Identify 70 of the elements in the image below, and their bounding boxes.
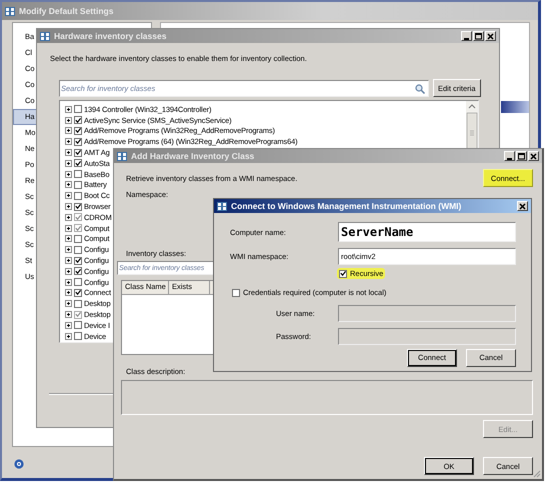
resize-grip	[532, 469, 541, 478]
checkbox[interactable]	[74, 246, 82, 254]
expand-icon	[65, 106, 72, 113]
window-title: Connect to Windows Management Instrumentation (WMI)	[231, 201, 462, 211]
minimize-button[interactable]	[504, 151, 515, 161]
expand-icon	[65, 138, 72, 146]
maximize-icon	[517, 152, 526, 160]
checkbox[interactable]	[74, 278, 82, 286]
minimize-button[interactable]	[461, 31, 472, 41]
banner-bar	[501, 101, 529, 113]
expand-icon	[65, 311, 72, 318]
checkbox[interactable]	[74, 321, 82, 330]
window-icon	[117, 152, 127, 160]
checkbox[interactable]	[74, 138, 82, 146]
expand-icon	[65, 214, 72, 221]
checkbox[interactable]	[74, 267, 82, 276]
checkbox[interactable]	[74, 256, 82, 265]
expand-icon	[65, 127, 72, 134]
expand-icon	[65, 289, 72, 296]
window-icon	[40, 32, 50, 40]
checkbox[interactable]	[74, 332, 82, 340]
expand-icon	[65, 235, 72, 242]
window-title: Add Hardware Inventory Class	[131, 151, 254, 161]
window-title: Modify Default Settings	[19, 6, 114, 16]
minimize-icon	[507, 158, 512, 160]
expand-icon	[65, 149, 72, 156]
expand-icon	[65, 224, 72, 232]
maximize-icon	[474, 32, 483, 40]
checkbox[interactable]	[74, 170, 82, 178]
checkbox[interactable]	[339, 270, 347, 278]
expand-icon	[65, 203, 72, 210]
expand-icon	[65, 322, 72, 329]
checkbox[interactable]	[74, 288, 82, 297]
search-icon	[415, 84, 425, 94]
checkbox[interactable]	[74, 192, 82, 200]
expand-icon	[65, 332, 72, 340]
expand-icon	[65, 170, 72, 178]
checkbox[interactable]	[74, 300, 82, 308]
window-icon	[217, 202, 227, 210]
expand-icon	[65, 192, 72, 200]
checkbox[interactable]	[232, 288, 240, 296]
close-button[interactable]	[485, 31, 496, 41]
maximize-button[interactable]	[473, 31, 484, 41]
checkbox[interactable]	[74, 202, 82, 211]
computer-name-field[interactable]: ServerName	[338, 222, 516, 242]
checkbox[interactable]	[74, 105, 82, 114]
expand-icon	[65, 246, 72, 254]
expand-icon	[65, 257, 72, 264]
close-button[interactable]	[517, 201, 528, 211]
expand-icon	[65, 116, 72, 124]
checkbox[interactable]	[74, 148, 82, 157]
close-icon	[486, 32, 495, 40]
expand-icon	[65, 300, 72, 308]
expand-icon	[65, 160, 72, 167]
window-icon	[5, 6, 15, 16]
help-icon	[14, 459, 24, 469]
minimize-icon	[464, 38, 469, 40]
checkbox[interactable]	[74, 234, 82, 243]
checkbox[interactable]	[74, 159, 82, 168]
close-icon	[518, 202, 527, 210]
expand-icon	[65, 278, 72, 286]
close-button[interactable]	[528, 151, 539, 161]
maximize-button[interactable]	[516, 151, 527, 161]
checkbox[interactable]	[74, 116, 82, 124]
window-title: Hardware inventory classes	[54, 31, 166, 41]
checkbox[interactable]	[74, 126, 82, 135]
close-icon	[529, 152, 538, 160]
checkbox[interactable]	[74, 180, 82, 189]
expand-icon	[65, 181, 72, 188]
expand-icon	[65, 268, 72, 275]
